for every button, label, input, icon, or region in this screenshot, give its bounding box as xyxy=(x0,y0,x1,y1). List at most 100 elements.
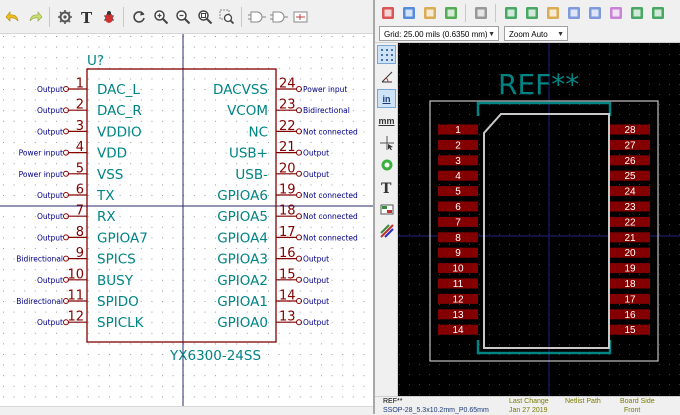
pad-23[interactable]: 23 xyxy=(610,201,650,214)
pad-number: 24 xyxy=(624,187,636,198)
pad-25[interactable]: 25 xyxy=(610,170,650,183)
pad-21[interactable]: 21 xyxy=(610,232,650,244)
pin-name: DAC_L xyxy=(97,82,140,98)
chevron-down-icon: ▼ xyxy=(488,31,495,38)
library-icon[interactable] xyxy=(399,3,418,23)
pad-28[interactable]: 28 xyxy=(610,124,650,137)
settings-icon[interactable] xyxy=(55,7,74,27)
pin-name: SPICLK xyxy=(97,315,145,331)
net-icon[interactable] xyxy=(291,7,310,27)
pin-number: 21 xyxy=(279,140,296,155)
schematic-toolbar: T xyxy=(0,0,373,34)
ratsnest-icon[interactable] xyxy=(377,155,396,174)
pad-12[interactable]: 12 xyxy=(438,293,478,306)
redo-icon[interactable] xyxy=(25,7,44,27)
pin-electrical-type: Output xyxy=(37,233,63,242)
pin-number: 3 xyxy=(76,119,84,134)
pin-number: 4 xyxy=(76,140,84,155)
toolbar-separator xyxy=(495,3,496,22)
footprint-d-icon[interactable] xyxy=(627,3,646,23)
pad-9[interactable]: 9 xyxy=(438,247,478,260)
pad-13[interactable]: 13 xyxy=(438,309,478,321)
grid-dots-icon[interactable] xyxy=(377,45,396,64)
status-last-change-label: Last Change xyxy=(509,398,549,405)
pad-10[interactable]: 10 xyxy=(438,263,478,275)
status-board-side-label: Board Side xyxy=(620,398,655,405)
chevron-down-icon: ▼ xyxy=(557,31,564,38)
zoom-select-value: Zoom Auto xyxy=(509,30,548,39)
gate-b-icon[interactable] xyxy=(269,7,288,27)
pad-22[interactable]: 22 xyxy=(610,216,650,229)
pad-number: 17 xyxy=(624,294,636,305)
pad-11[interactable]: 11 xyxy=(438,278,478,291)
settings-a-icon[interactable] xyxy=(564,3,583,23)
pin-number: 13 xyxy=(279,310,296,325)
pad-4[interactable]: 4 xyxy=(438,170,478,183)
text-icon[interactable]: T xyxy=(77,7,96,27)
pcb-left-toolbar: in mm T xyxy=(375,43,398,396)
pad-7[interactable]: 7 xyxy=(438,216,478,229)
pad-18[interactable]: 18 xyxy=(610,278,650,291)
pcb-canvas[interactable]: REF** 1 2 3 4 5 6 7 8 9 10 11 12 13 14 28 27 26 25 24 23 22… xyxy=(398,43,680,396)
pad-2[interactable]: 2 xyxy=(438,139,478,152)
pad-1[interactable]: 1 xyxy=(438,124,478,137)
layers-icon[interactable] xyxy=(377,199,396,218)
pin-name: NC xyxy=(248,124,268,140)
pad-number: 22 xyxy=(624,217,636,228)
schematic-canvas[interactable]: U? YX6300-24SS 1 DAC_L Output 2 DAC_R Output 3… xyxy=(0,34,373,408)
symbol-reference[interactable]: U? xyxy=(87,53,104,69)
pad-number: 8 xyxy=(455,233,461,244)
delete-icon[interactable] xyxy=(471,3,490,23)
pad-6[interactable]: 6 xyxy=(438,201,478,214)
zoom-in-icon[interactable] xyxy=(151,7,170,27)
pad-8[interactable]: 8 xyxy=(438,232,478,244)
pin-name: GPIOA4 xyxy=(217,230,268,246)
pin-number: 23 xyxy=(279,98,296,113)
footprint-b-icon[interactable] xyxy=(522,3,541,23)
settings-b-icon[interactable] xyxy=(585,3,604,23)
pad-3[interactable]: 3 xyxy=(438,155,478,167)
zoom-select-icon[interactable] xyxy=(217,7,236,27)
zoom-out-icon[interactable] xyxy=(173,7,192,27)
polar-icon[interactable] xyxy=(377,67,396,86)
via-icon[interactable] xyxy=(377,221,396,240)
books-icon[interactable] xyxy=(420,3,439,23)
refresh-icon[interactable] xyxy=(129,7,148,27)
add-icon[interactable] xyxy=(606,3,625,23)
pad-20[interactable]: 20 xyxy=(610,247,650,260)
pad-number: 15 xyxy=(624,325,636,336)
mm-units-button[interactable]: mm xyxy=(377,111,396,130)
pad-16[interactable]: 16 xyxy=(610,309,650,321)
pin-electrical-type: Output xyxy=(37,318,63,327)
pad-number: 12 xyxy=(452,294,464,305)
pin-electrical-type: Not connected xyxy=(303,233,358,242)
pin-electrical-type: Output xyxy=(37,127,63,136)
undo-icon[interactable] xyxy=(3,7,22,27)
grid-select[interactable]: Grid: 25.00 mils (0.6350 mm) ▼ xyxy=(379,26,499,41)
footprint-reference[interactable]: REF** xyxy=(498,68,579,101)
zoom-select[interactable]: Zoom Auto ▼ xyxy=(504,26,568,41)
symbol-value[interactable]: YX6300-24SS xyxy=(169,348,261,364)
pad-5[interactable]: 5 xyxy=(438,186,478,198)
cursor-icon[interactable] xyxy=(377,133,396,152)
text-tool-icon[interactable]: T xyxy=(377,177,396,196)
pin-name: GPIOA7 xyxy=(97,230,148,246)
footprint-e-icon[interactable] xyxy=(648,3,667,23)
pad-27[interactable]: 27 xyxy=(610,139,650,152)
footprint-a-icon[interactable] xyxy=(501,3,520,23)
load-icon[interactable] xyxy=(441,3,460,23)
bug-icon[interactable] xyxy=(99,7,118,27)
pin-electrical-type: Output xyxy=(37,85,63,94)
pad-17[interactable]: 17 xyxy=(610,293,650,306)
save-icon[interactable] xyxy=(378,3,397,23)
footprint-c-icon[interactable] xyxy=(543,3,562,23)
pad-26[interactable]: 26 xyxy=(610,155,650,167)
gate-a-icon[interactable] xyxy=(247,7,266,27)
status-footprint-name: REF** xyxy=(383,398,403,405)
inch-units-button[interactable]: in xyxy=(377,89,396,108)
pad-14[interactable]: 14 xyxy=(438,324,478,337)
pad-24[interactable]: 24 xyxy=(610,186,650,198)
pad-15[interactable]: 15 xyxy=(610,324,650,337)
zoom-fit-icon[interactable] xyxy=(195,7,214,27)
pad-19[interactable]: 19 xyxy=(610,263,650,275)
